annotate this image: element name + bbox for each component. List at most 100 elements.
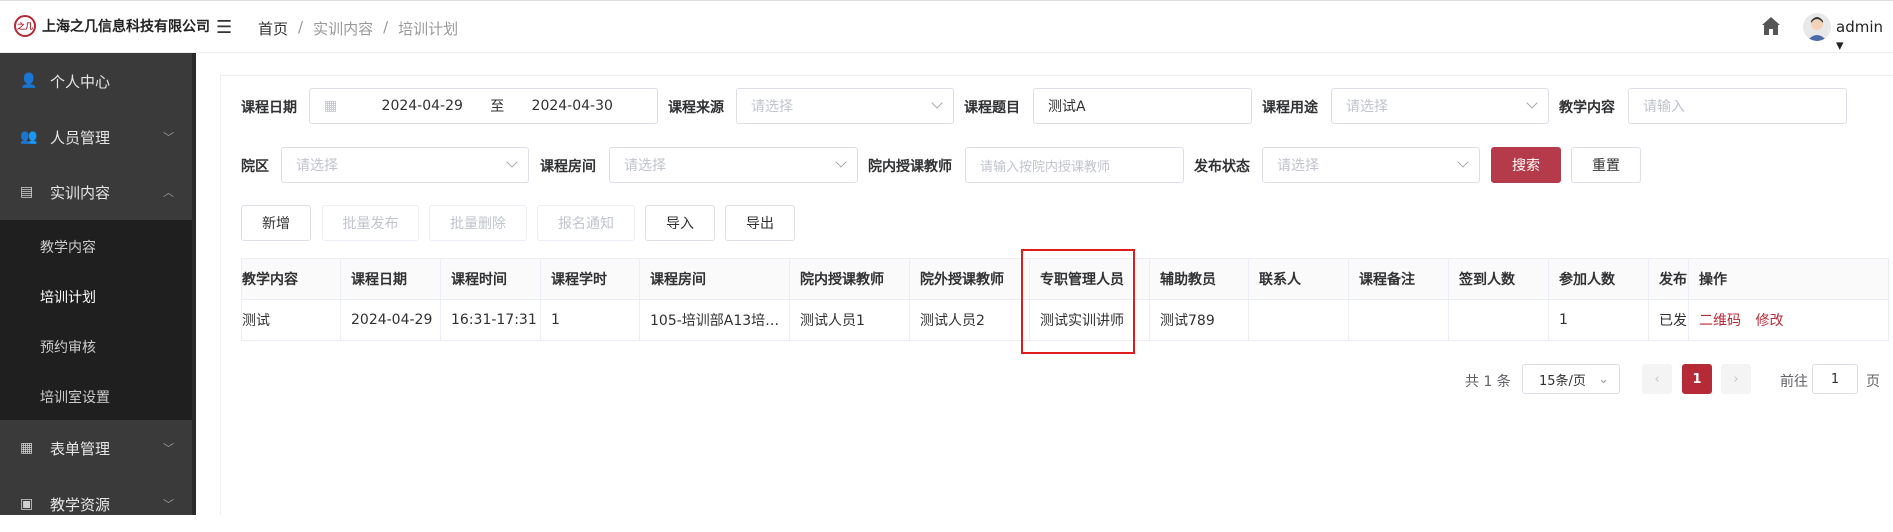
topic-label: 课程题目 [964, 100, 1020, 116]
col-header: 辅助教员 [1149, 258, 1249, 300]
goto-page-input[interactable]: 1 [1812, 364, 1858, 394]
avatar[interactable] [1803, 13, 1831, 41]
sidebar-item-people[interactable]: 👥 人员管理 ﹀ [0, 109, 192, 165]
source-select[interactable]: 请选择 [736, 88, 954, 124]
room-select[interactable]: 请选择 [609, 147, 858, 183]
logo-icon: 之几 [14, 15, 36, 37]
highlight-box [1021, 249, 1135, 354]
add-button[interactable]: 新增 [241, 205, 311, 241]
topic-value: 测试A [1048, 99, 1086, 115]
sidebar-item-personal[interactable]: 👤 个人中心 [0, 53, 192, 109]
table-cell: 测试人员1 [789, 299, 910, 341]
prev-page-button[interactable]: ‹ [1642, 364, 1672, 394]
user-menu[interactable]: admin ▾ [1836, 18, 1893, 54]
table-cell [1348, 299, 1449, 341]
col-header: 课程日期 [340, 258, 441, 300]
import-button[interactable]: 导入 [645, 205, 715, 241]
table-cell: 105-培训部A13培… [639, 299, 790, 341]
col-header: 课程时间 [440, 258, 541, 300]
form-icon: ▦ [20, 440, 34, 456]
breadcrumb-content[interactable]: 实训内容 [313, 18, 373, 39]
breadcrumb-separator: / [383, 18, 389, 36]
sidebar-subitem-plan[interactable]: 培训计划 [40, 287, 96, 307]
sidebar-subitem-teaching[interactable]: 教学内容 [40, 237, 96, 257]
teacher-input[interactable]: 请输入按院内授课教师 [965, 147, 1184, 183]
status-select[interactable]: 请选择 [1262, 147, 1480, 183]
teacher-label: 院内授课教师 [868, 159, 952, 175]
breadcrumb: 首页 / 实训内容 / 培训计划 [258, 18, 458, 39]
menu-toggle-icon[interactable]: ☰ [216, 17, 232, 38]
sidebar-subitem-review[interactable]: 预约审核 [40, 337, 96, 357]
status-placeholder: 请选择 [1277, 158, 1319, 174]
col-header: 院内授课教师 [789, 258, 910, 300]
source-label: 课程来源 [668, 100, 724, 116]
resource-icon: ▣ [20, 496, 34, 512]
date-range-input[interactable]: ▦ 2024-04-29 至 2024-04-30 [309, 88, 658, 124]
sidebar-item-resources[interactable]: ▣ 教学资源 ﹀ [0, 476, 192, 532]
sidebar-item-label: 个人中心 [50, 72, 111, 91]
chevron-down-icon: ﹀ [163, 442, 174, 455]
sidebar-item-label: 教学资源 [50, 495, 111, 514]
chevron-down-icon: ﹀ [163, 131, 174, 144]
batch-publish-button[interactable]: 批量发布 [322, 205, 419, 241]
col-header: 课程学时 [540, 258, 640, 300]
date-end: 2024-04-30 [531, 98, 613, 114]
teacher-placeholder: 请输入按院内授课教师 [980, 159, 1111, 175]
search-button[interactable]: 搜索 [1491, 147, 1561, 183]
signup-notify-button[interactable]: 报名通知 [537, 205, 635, 241]
company-name: 上海之几信息科技有限公司 [42, 19, 210, 35]
home-icon[interactable] [1760, 15, 1782, 37]
chevron-down-icon [1526, 97, 1538, 109]
sidebar: 👤 个人中心 👥 人员管理 ﹀ ▤ 实训内容 ︿ 教学内容 培训计划 预约审核 培训室设置… [0, 53, 196, 515]
room-label: 课程房间 [540, 159, 596, 175]
campus-select[interactable]: 请选择 [281, 147, 529, 183]
sidebar-item-label: 人员管理 [50, 128, 111, 147]
goto-label: 前往 [1780, 374, 1808, 390]
pagination-total: 共 1 条 [1465, 374, 1511, 390]
next-page-button[interactable]: › [1721, 364, 1751, 394]
top-bar: 之几 上海之几信息科技有限公司 ☰ 首页 / 实训内容 / 培训计划 admin… [0, 0, 1893, 54]
chevron-up-icon: ︿ [163, 186, 174, 199]
ops-cell: 二维码 修改 [1688, 299, 1889, 341]
date-label: 课程日期 [241, 100, 297, 116]
chevron-down-icon [506, 156, 518, 168]
logo: 之几 上海之几信息科技有限公司 [14, 15, 210, 37]
page-1-button[interactable]: 1 [1682, 364, 1712, 394]
use-label: 课程用途 [1262, 100, 1318, 116]
date-start: 2024-04-29 [381, 98, 463, 114]
qrcode-link[interactable]: 二维码 [1699, 313, 1741, 329]
date-separator: 至 [490, 99, 505, 115]
chevron-down-icon [931, 97, 943, 109]
col-header: 课程房间 [639, 258, 790, 300]
user-icon: 👤 [20, 73, 38, 89]
breadcrumb-current: 培训计划 [398, 20, 459, 38]
sidebar-item-forms[interactable]: ▦ 表单管理 ﹀ [0, 420, 192, 476]
breadcrumb-separator: / [298, 18, 304, 36]
topic-input[interactable]: 测试A [1033, 88, 1252, 124]
use-placeholder: 请选择 [1346, 99, 1388, 115]
chevron-down-icon: ﹀ [163, 498, 174, 511]
table-cell [1248, 299, 1349, 341]
chevron-down-icon: ⌄ [1598, 371, 1609, 387]
chevron-down-icon [835, 156, 847, 168]
reset-button[interactable]: 重置 [1571, 147, 1641, 183]
people-icon: 👥 [20, 129, 38, 145]
use-select[interactable]: 请选择 [1331, 88, 1549, 124]
export-button[interactable]: 导出 [725, 205, 795, 241]
calendar-icon: ▦ [324, 98, 338, 114]
table-cell: 已发 [1648, 299, 1689, 341]
sidebar-item-training[interactable]: ▤ 实训内容 ︿ [0, 164, 192, 220]
page-size-select[interactable]: 15条/页 ⌄ [1522, 364, 1620, 394]
col-header: 院外授课教师 [909, 258, 1030, 300]
table-cell: 1 [1548, 299, 1649, 341]
col-header: 课程备注 [1348, 258, 1449, 300]
breadcrumb-home[interactable]: 首页 [258, 18, 288, 39]
edit-link[interactable]: 修改 [1755, 313, 1783, 329]
content-placeholder: 请输入 [1643, 99, 1685, 115]
source-placeholder: 请选择 [751, 99, 793, 115]
content-input[interactable]: 请输入 [1628, 88, 1847, 124]
content-icon: ▤ [20, 184, 34, 200]
batch-delete-button[interactable]: 批量删除 [429, 205, 527, 241]
sidebar-subitem-room[interactable]: 培训室设置 [40, 387, 110, 407]
content-label: 教学内容 [1559, 100, 1615, 116]
